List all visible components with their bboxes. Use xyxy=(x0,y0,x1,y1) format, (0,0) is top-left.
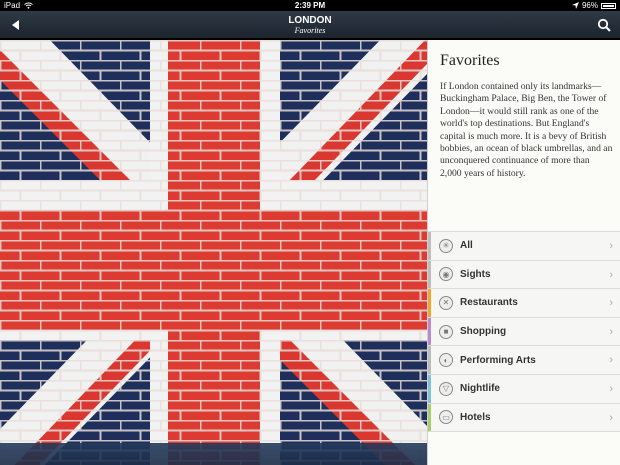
favorites-panel: Favorites If London contained only its l… xyxy=(427,40,620,465)
status-right: 96% xyxy=(571,0,616,11)
chevron-right-icon: › xyxy=(609,411,613,424)
category-list: ✳ All › ◉ Sights › ✕ Restaurants › ■ Shopping › ◐ Per… xyxy=(428,231,620,433)
category-label: Shopping xyxy=(460,326,507,338)
category-row-performing-arts[interactable]: ◐ Performing Arts › xyxy=(428,346,620,375)
cocktail-icon: ▽ xyxy=(439,381,453,396)
category-row-sights[interactable]: ◉ Sights › xyxy=(428,260,620,290)
category-color-stripe xyxy=(428,232,431,260)
category-label: All xyxy=(460,240,473,252)
chevron-right-icon: › xyxy=(609,240,613,252)
battery-percent: 96% xyxy=(581,1,598,10)
union-jack-graphic xyxy=(0,40,427,465)
battery-icon xyxy=(601,2,616,9)
category-label: Hotels xyxy=(460,411,491,423)
category-color-stripe xyxy=(428,374,431,403)
category-row-shopping[interactable]: ■ Shopping › xyxy=(428,317,620,347)
chevron-right-icon: › xyxy=(609,325,613,338)
search-icon[interactable] xyxy=(596,17,612,33)
category-row-restaurants[interactable]: ✕ Restaurants › xyxy=(428,289,620,318)
nav-bar: LONDON Favorites xyxy=(0,11,620,39)
chevron-right-icon: › xyxy=(609,382,613,395)
battery-fill xyxy=(603,4,614,7)
chevron-right-icon: › xyxy=(609,297,613,310)
union-jack-brick-wall-photo xyxy=(0,40,427,465)
category-label: Nightlife xyxy=(460,383,500,395)
nav-subtitle: Favorites xyxy=(294,26,326,35)
asterisk-icon: ✳ xyxy=(439,238,453,253)
chevron-right-icon: › xyxy=(609,268,613,281)
nav-title: LONDON xyxy=(288,15,332,26)
category-row-all[interactable]: ✳ All › xyxy=(428,232,620,261)
location-icon xyxy=(571,2,579,9)
chevron-right-icon: › xyxy=(609,354,613,367)
eye-icon: ◉ xyxy=(439,267,453,282)
category-row-hotels[interactable]: ▭ Hotels › xyxy=(428,403,620,433)
category-label: Sights xyxy=(460,268,491,280)
photo-bottom-bar xyxy=(0,443,427,465)
category-color-stripe xyxy=(428,317,431,346)
masks-icon: ◐ xyxy=(439,353,453,368)
bed-icon: ▭ xyxy=(439,410,453,425)
category-label: Restaurants xyxy=(460,297,518,309)
panel-title: Favorites xyxy=(440,52,500,69)
category-color-stripe xyxy=(428,260,431,289)
status-bar: iPad 2:39 PM 96% xyxy=(0,0,620,11)
category-row-nightlife[interactable]: ▽ Nightlife › xyxy=(428,374,620,404)
category-color-stripe xyxy=(428,346,431,374)
fork-knife-icon: ✕ xyxy=(439,295,453,310)
panel-description: If London contained only its landmarks—B… xyxy=(440,81,613,179)
category-color-stripe xyxy=(428,403,431,432)
category-color-stripe xyxy=(428,289,431,317)
status-time: 2:39 PM xyxy=(294,1,326,10)
shopping-bag-icon: ■ xyxy=(439,324,453,339)
category-label: Performing Arts xyxy=(460,354,536,366)
